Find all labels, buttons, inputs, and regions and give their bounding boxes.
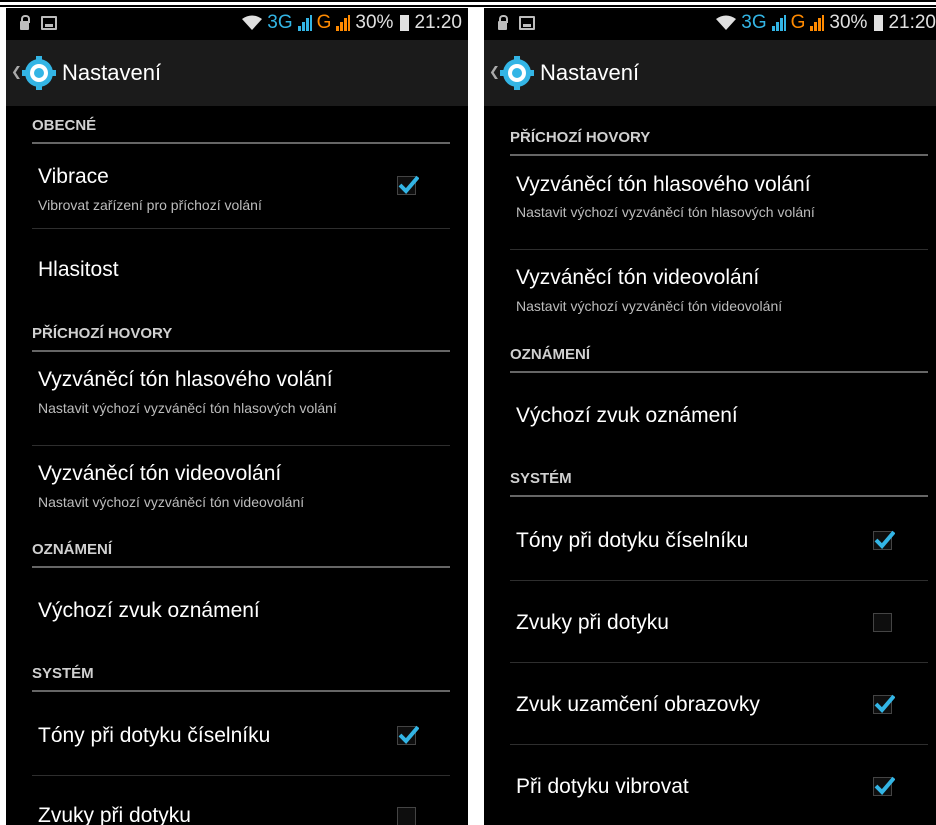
top-border bbox=[0, 0, 936, 2]
setting-title: Vyzváněcí tón hlasového volání bbox=[516, 173, 811, 196]
setting-title: Zvuk uzamčení obrazovky bbox=[516, 693, 760, 716]
wifi-icon bbox=[242, 15, 263, 30]
dialpad-tones-checkbox[interactable] bbox=[873, 530, 895, 550]
image-notification-icon bbox=[519, 16, 535, 30]
signal-icon bbox=[771, 15, 786, 31]
row-divider bbox=[32, 445, 450, 446]
section-divider bbox=[32, 350, 450, 352]
lock-icon bbox=[20, 14, 30, 30]
checkmark-icon bbox=[398, 725, 419, 744]
row-divider bbox=[510, 662, 928, 663]
network-3g-label: 3G bbox=[267, 12, 293, 33]
setting-title: Zvuky při dotyku bbox=[516, 611, 669, 634]
row-divider bbox=[510, 249, 928, 250]
row-divider bbox=[32, 775, 450, 776]
vibration-checkbox[interactable] bbox=[397, 175, 419, 195]
back-chevron-icon[interactable]: ❮ bbox=[11, 65, 22, 80]
signal-icon bbox=[297, 15, 312, 31]
section-divider bbox=[32, 566, 450, 568]
screenshot-left: 3G G 30% 21:20 ❮ Nastavení OBECNÉ Vibrac… bbox=[6, 8, 468, 825]
setting-title: Vyzváněcí tón hlasového volání bbox=[38, 368, 333, 391]
settings-gear-icon bbox=[500, 56, 534, 90]
section-header-notifications: OZNÁMENÍ bbox=[510, 346, 590, 363]
checkmark-icon bbox=[874, 530, 895, 549]
setting-title: Vibrace bbox=[38, 165, 109, 188]
top-border-inner bbox=[0, 5, 936, 7]
network-3g-label: 3G bbox=[741, 12, 767, 33]
battery-percent: 30% bbox=[355, 12, 394, 33]
action-bar[interactable]: ❮ Nastavení bbox=[484, 40, 936, 106]
setting-title: Hlasitost bbox=[38, 258, 119, 281]
dialpad-tones-checkbox[interactable] bbox=[397, 725, 419, 745]
touch-sounds-checkbox[interactable] bbox=[873, 613, 892, 632]
row-divider bbox=[510, 744, 928, 745]
action-bar[interactable]: ❮ Nastavení bbox=[6, 40, 468, 106]
setting-title: Vyzváněcí tón videovolání bbox=[38, 462, 282, 485]
image-notification-icon bbox=[41, 16, 57, 30]
checkmark-icon bbox=[398, 175, 419, 194]
setting-title: Zvuky při dotyku bbox=[38, 804, 191, 825]
status-bar: 3G G 30% 21:20 bbox=[484, 8, 936, 40]
checkmark-icon bbox=[874, 694, 895, 713]
setting-title: Při dotyku vibrovat bbox=[516, 775, 689, 798]
network-g-label: G bbox=[316, 12, 332, 33]
network-g-label: G bbox=[790, 12, 806, 33]
screenshot-right: 3G G 30% 21:20 ❮ Nastavení PŘÍCHOZÍ HOVO… bbox=[484, 8, 936, 825]
section-divider bbox=[32, 142, 450, 144]
clock: 21:20 bbox=[414, 12, 462, 33]
signal-icon-2 bbox=[810, 15, 825, 31]
signal-icon-2 bbox=[336, 15, 351, 31]
battery-icon bbox=[874, 15, 884, 31]
row-divider bbox=[32, 228, 450, 229]
section-divider bbox=[32, 690, 450, 692]
setting-summary: Nastavit výchozí vyzváněcí tón videovolá… bbox=[516, 298, 783, 314]
touch-sounds-checkbox[interactable] bbox=[397, 807, 416, 825]
section-divider bbox=[510, 154, 928, 156]
clock: 21:20 bbox=[888, 12, 936, 33]
page-title: Nastavení bbox=[62, 60, 162, 85]
setting-title: Tóny při dotyku číselníku bbox=[38, 724, 271, 747]
vibrate-on-touch-checkbox[interactable] bbox=[873, 776, 895, 796]
setting-summary: Vibrovat zařízení pro příchozí volání bbox=[38, 197, 262, 213]
setting-title: Výchozí zvuk oznámení bbox=[38, 599, 260, 622]
page-title: Nastavení bbox=[540, 60, 640, 85]
setting-summary: Nastavit výchozí vyzváněcí tón hlasových… bbox=[38, 400, 337, 416]
lock-icon bbox=[498, 14, 508, 30]
battery-icon bbox=[400, 15, 410, 31]
section-divider bbox=[510, 495, 928, 497]
back-chevron-icon[interactable]: ❮ bbox=[489, 65, 500, 80]
section-header-system: SYSTÉM bbox=[32, 665, 94, 682]
setting-summary: Nastavit výchozí vyzváněcí tón hlasových… bbox=[516, 204, 815, 220]
screen-lock-sound-checkbox[interactable] bbox=[873, 694, 895, 714]
battery-percent: 30% bbox=[829, 12, 868, 33]
status-bar: 3G G 30% 21:20 bbox=[6, 8, 468, 40]
section-header-general: OBECNÉ bbox=[32, 117, 97, 134]
settings-gear-icon bbox=[22, 56, 56, 90]
section-header-system: SYSTÉM bbox=[510, 470, 572, 487]
section-divider bbox=[510, 371, 928, 373]
setting-title: Výchozí zvuk oznámení bbox=[516, 404, 738, 427]
setting-title: Tóny při dotyku číselníku bbox=[516, 529, 749, 552]
checkmark-icon bbox=[874, 776, 895, 795]
setting-title: Vyzváněcí tón videovolání bbox=[516, 266, 760, 289]
section-header-incoming-calls: PŘÍCHOZÍ HOVORY bbox=[510, 129, 651, 146]
section-header-notifications: OZNÁMENÍ bbox=[32, 541, 112, 558]
section-header-incoming-calls: PŘÍCHOZÍ HOVORY bbox=[32, 325, 173, 342]
wifi-icon bbox=[716, 15, 737, 30]
setting-summary: Nastavit výchozí vyzváněcí tón videovolá… bbox=[38, 494, 305, 510]
row-divider bbox=[510, 580, 928, 581]
